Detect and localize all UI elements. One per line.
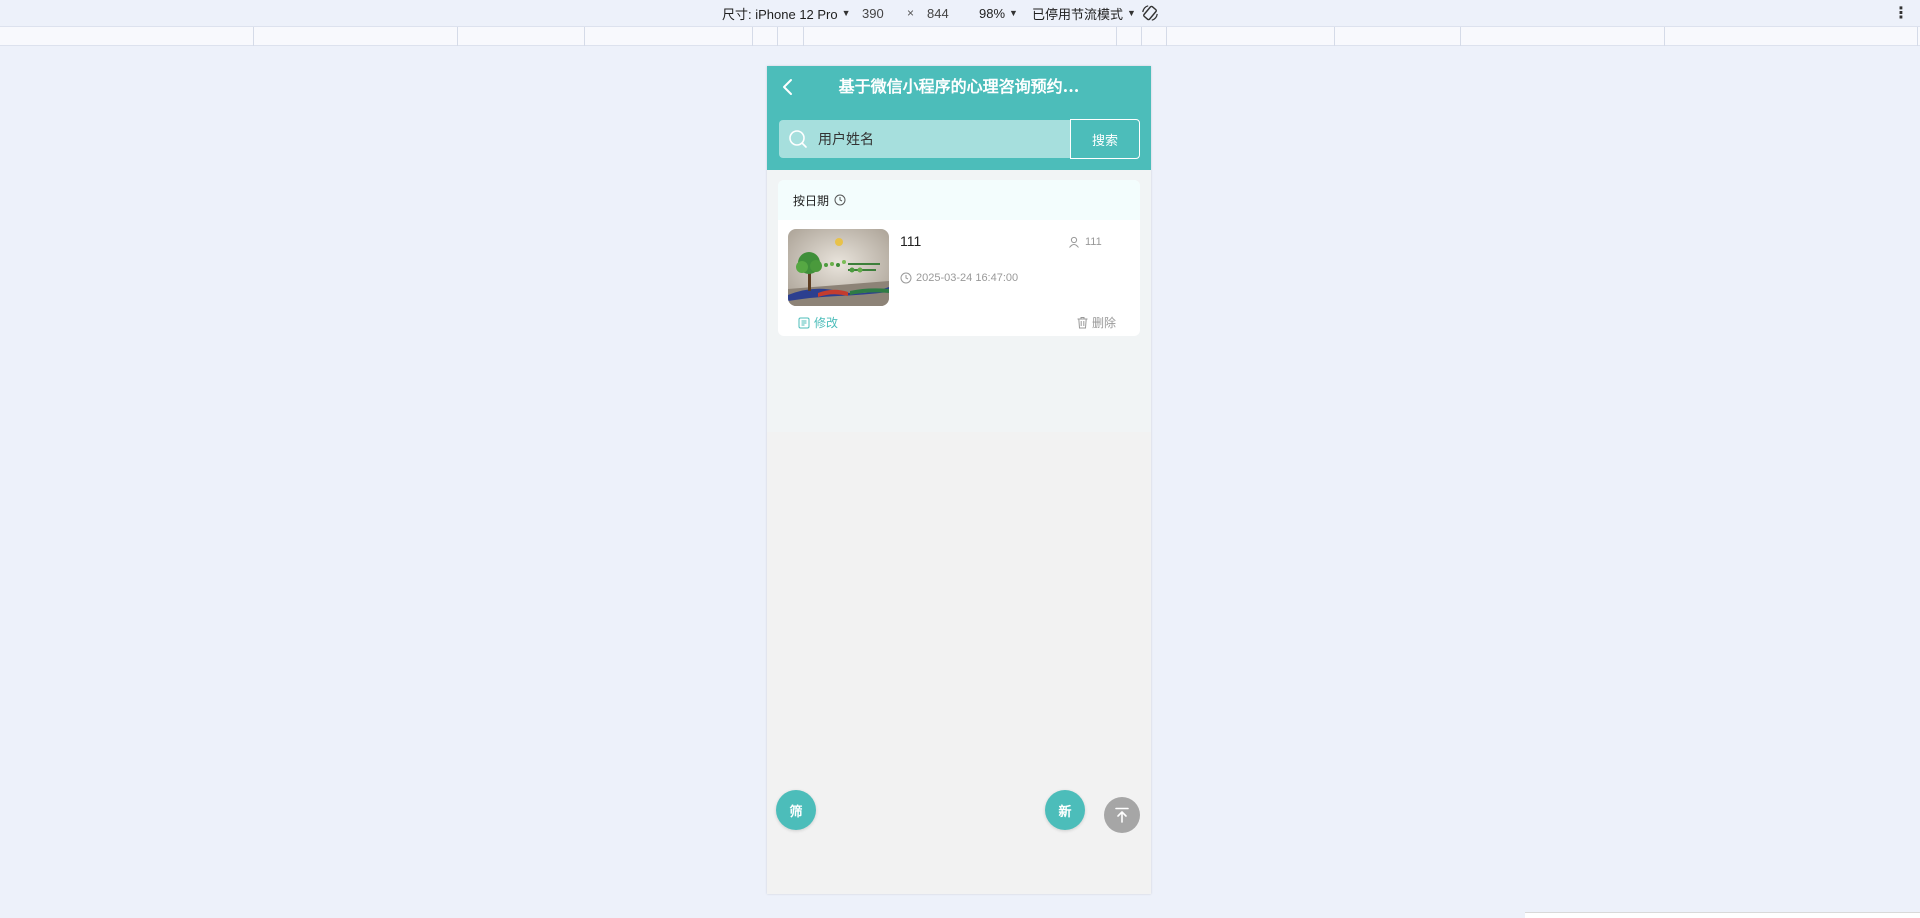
back-to-top-button[interactable]	[1104, 797, 1140, 833]
throttle-selector[interactable]: 已停用节流模式 ▼	[1032, 0, 1136, 26]
zoom-value: 98%	[979, 5, 1006, 21]
caret-down-icon: ▼	[1009, 8, 1018, 18]
device-size-label: 尺寸: iPhone 12 Pro	[722, 6, 838, 22]
ruler-tick	[803, 27, 804, 46]
rotate-icon	[1142, 5, 1158, 21]
search-input[interactable]	[816, 130, 1056, 148]
delete-button[interactable]: 删除	[1076, 314, 1116, 331]
item-thumbnail[interactable]	[788, 229, 889, 306]
filter-button[interactable]: 筛	[776, 790, 816, 830]
ruler-tick	[777, 27, 778, 46]
zoom-selector[interactable]: 98% ▼	[979, 0, 1018, 26]
more-vertical-icon: ⋮	[1893, 5, 1909, 22]
item-time-value: 2025-03-24 16:47:00	[916, 272, 1019, 284]
clock-icon	[900, 272, 912, 284]
window-edge	[1525, 912, 1920, 918]
app-header: 基于微信小程序的心理咨询预约... 搜索	[767, 66, 1151, 170]
devtools-device-toolbar: 尺寸: iPhone 12 Pro ▼ 390 × 844 98% ▼ 已停用节…	[0, 0, 1920, 26]
trash-icon	[1077, 317, 1088, 329]
item-time: 2025-03-24 16:47:00	[900, 272, 1018, 284]
edit-button[interactable]: 修改	[798, 314, 838, 331]
ruler-tick	[1116, 27, 1117, 46]
ruler-tick	[1460, 27, 1461, 46]
ruler-tick	[1166, 27, 1167, 46]
ruler-tick	[1917, 27, 1918, 46]
edit-icon	[798, 317, 810, 328]
list-item[interactable]: 按日期 111 111 2025-03-24 16:47:00 修改 删除	[778, 180, 1140, 336]
search-box	[779, 120, 1071, 158]
search-button[interactable]: 搜索	[1070, 119, 1140, 159]
item-user: 111	[1068, 236, 1102, 248]
arrow-up-to-top-icon	[1115, 807, 1129, 823]
device-selector[interactable]: 尺寸: iPhone 12 Pro ▼	[722, 0, 851, 26]
item-user-value: 111	[1085, 236, 1102, 248]
user-icon	[1069, 236, 1079, 248]
caret-down-icon: ▼	[1127, 8, 1136, 18]
viewport-width-input[interactable]: 390	[862, 0, 884, 26]
delete-label: 删除	[1092, 316, 1117, 330]
dimension-separator: ×	[907, 0, 914, 26]
edit-label: 修改	[814, 316, 839, 330]
search-icon	[789, 130, 807, 148]
page-title: 基于微信小程序的心理咨询预约...	[838, 77, 1080, 96]
sort-label: 按日期	[793, 193, 830, 208]
caret-down-icon: ▼	[841, 8, 851, 18]
ruler-tick	[1141, 27, 1142, 46]
sort-by-date-toggle[interactable]: 按日期	[778, 180, 1140, 220]
times-sign: ×	[907, 6, 915, 20]
ruler-tick	[1664, 27, 1665, 46]
back-arrow-icon[interactable]	[777, 76, 799, 98]
phone-viewport: 基于微信小程序的心理咨询预约... 搜索 按日期	[767, 66, 1151, 894]
new-button[interactable]: 新	[1045, 790, 1085, 830]
item-title: 111	[900, 233, 922, 249]
ruler-tick	[584, 27, 585, 46]
viewport-height-input[interactable]: 844	[927, 0, 949, 26]
item-image	[788, 229, 889, 306]
rotate-button[interactable]	[1141, 0, 1159, 26]
ruler-tick	[1334, 27, 1335, 46]
ruler-tick	[752, 27, 753, 46]
media-query-ruler	[0, 26, 1920, 46]
ruler-tick	[253, 27, 254, 46]
viewport-width-value: 390	[862, 5, 884, 21]
throttle-value: 已停用节流模式	[1032, 6, 1124, 22]
clock-icon	[834, 194, 846, 206]
ruler-tick	[457, 27, 458, 46]
viewport-height-value: 844	[927, 5, 949, 21]
more-options-button[interactable]: ⋮	[1893, 0, 1909, 26]
